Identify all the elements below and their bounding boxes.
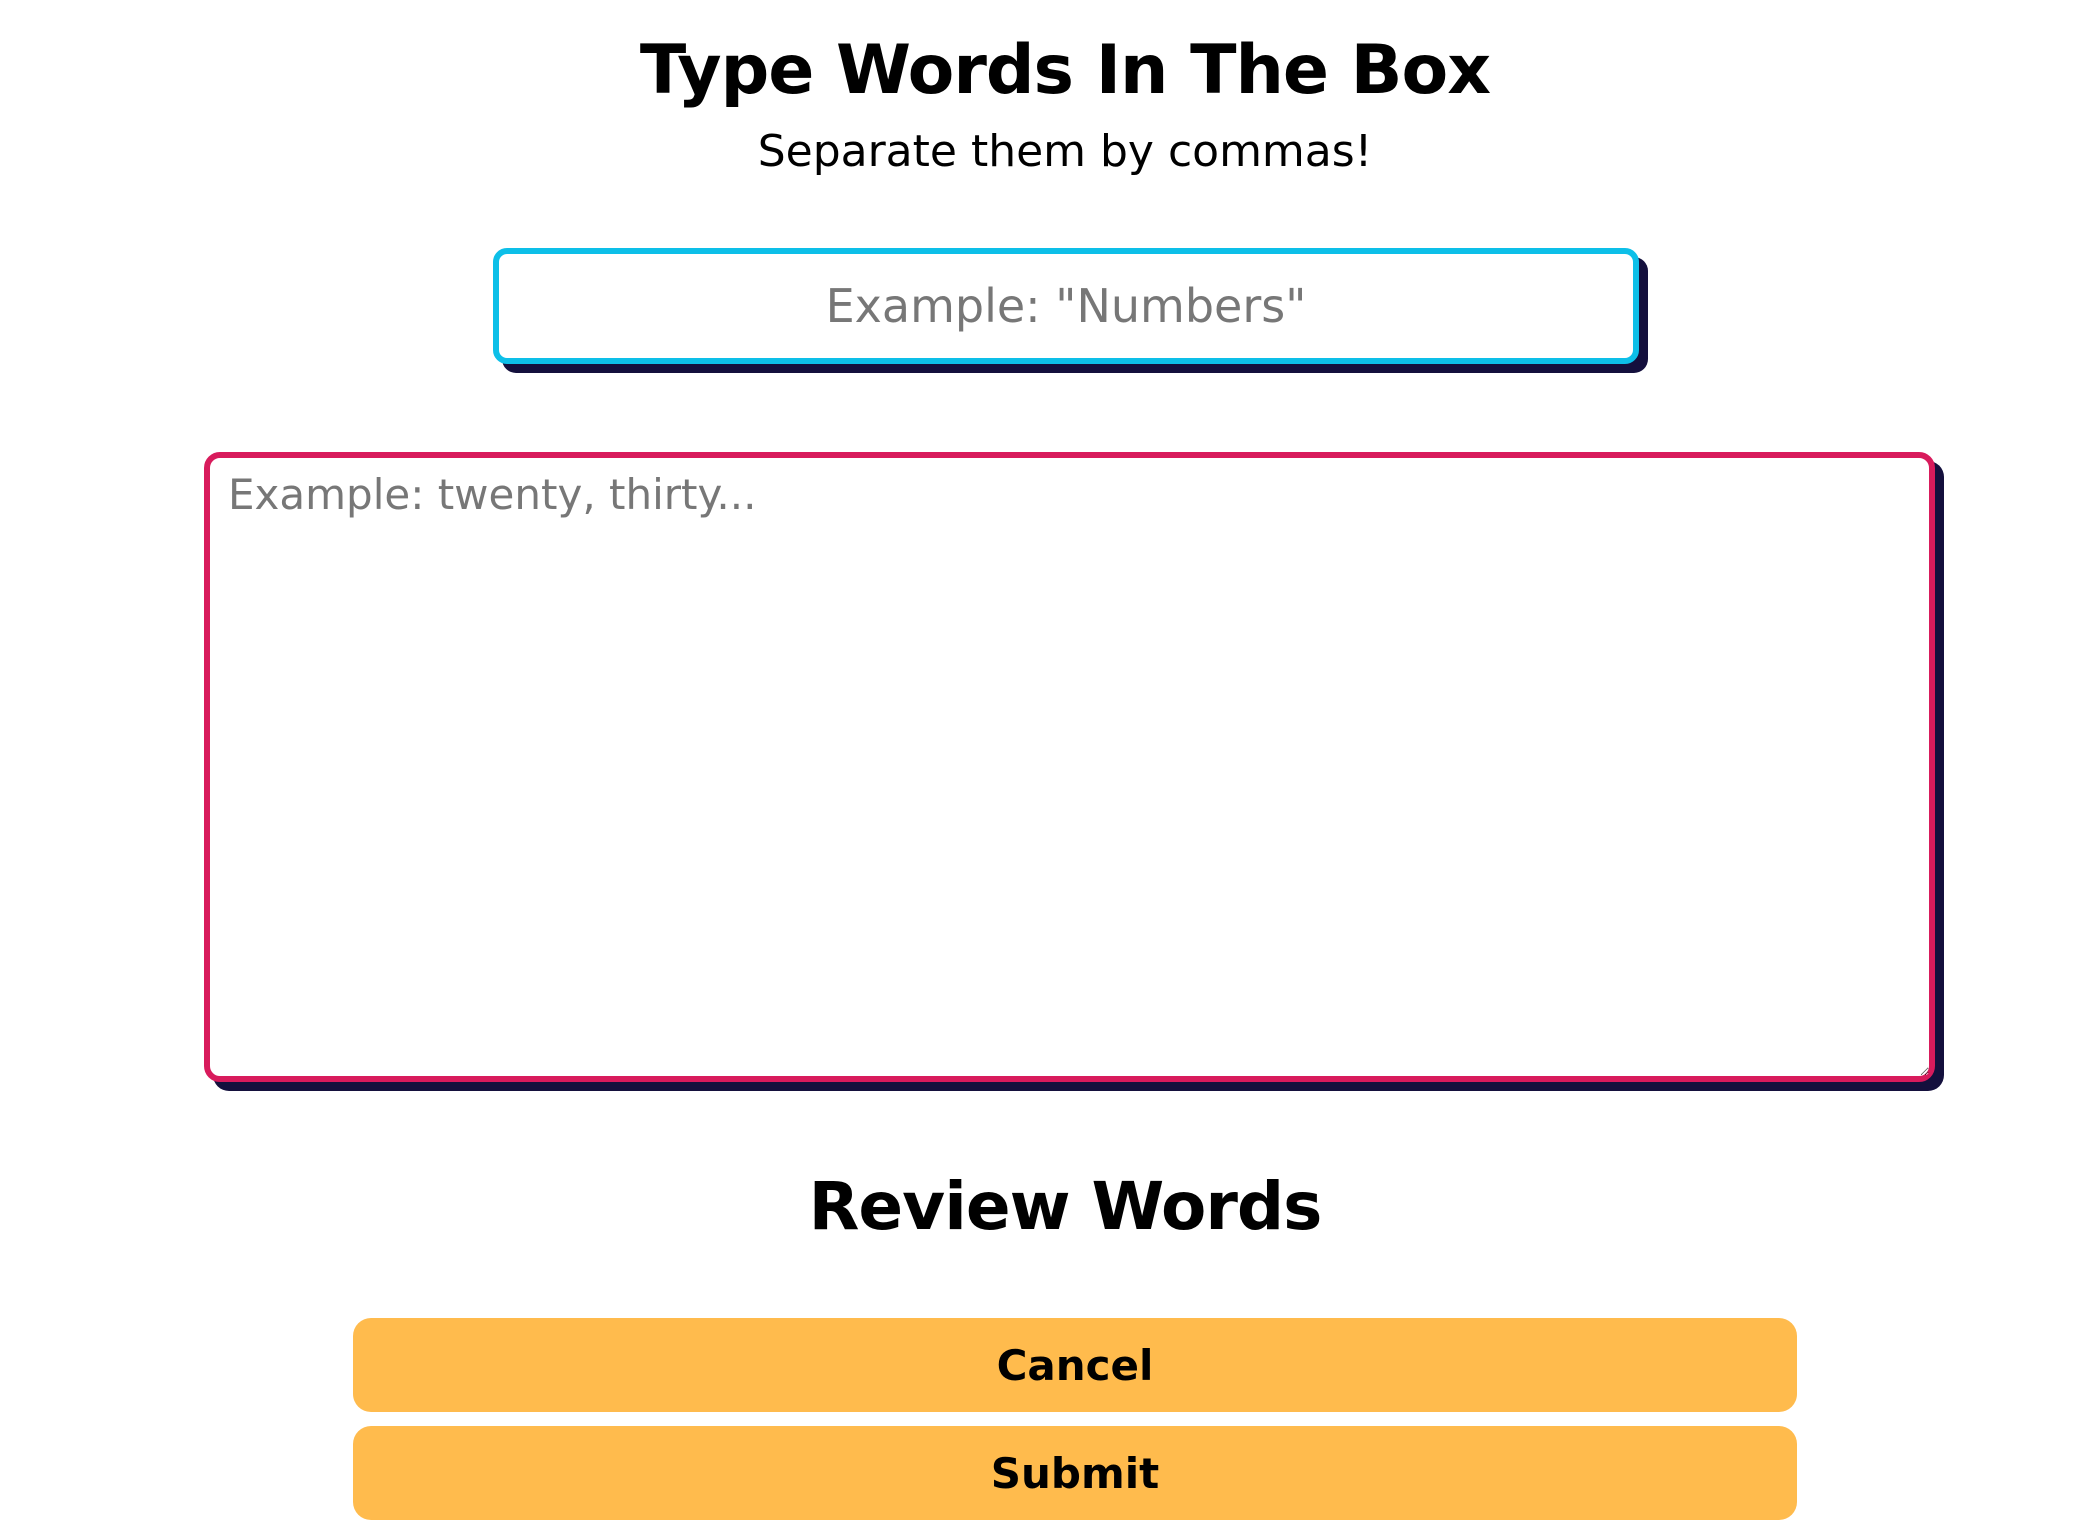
words-textarea[interactable]	[204, 452, 1935, 1082]
page-subtitle: Separate them by commas!	[757, 126, 1373, 177]
cancel-button[interactable]: Cancel	[353, 1318, 1797, 1412]
review-words-heading: Review Words	[808, 1168, 1323, 1245]
title-input[interactable]	[493, 248, 1639, 364]
page-title: Type Words In The Box	[639, 31, 1491, 110]
submit-button[interactable]: Submit	[353, 1426, 1797, 1520]
